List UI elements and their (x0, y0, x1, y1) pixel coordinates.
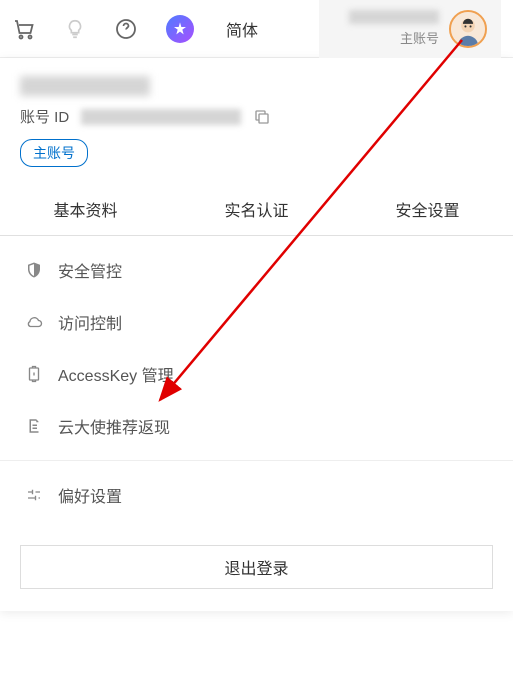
menu-label: 偏好设置 (58, 483, 122, 507)
menu-accesskey-management[interactable]: AccessKey 管理 (0, 348, 513, 400)
menu-label: 云大使推荐返现 (58, 414, 170, 438)
account-type-badge: 主账号 (20, 139, 88, 167)
key-icon (24, 365, 44, 383)
document-icon (24, 417, 44, 435)
app-icon[interactable] (166, 15, 194, 43)
menu-security-control[interactable]: 安全管控 (0, 244, 513, 296)
account-display-name-redacted (20, 76, 150, 96)
account-area[interactable]: 主账号 (319, 0, 501, 58)
bulb-icon[interactable] (64, 18, 86, 40)
account-type-label: 主账号 (400, 28, 439, 47)
language-selector[interactable]: 简体 (226, 17, 258, 41)
logout-button[interactable]: 退出登录 (20, 545, 493, 589)
tab-security[interactable]: 安全设置 (342, 183, 513, 235)
avatar[interactable] (449, 10, 487, 48)
divider (0, 460, 513, 461)
tab-basic-info[interactable]: 基本资料 (0, 183, 171, 235)
menu-ambassador[interactable]: 云大使推荐返现 (0, 400, 513, 452)
help-icon[interactable] (114, 17, 138, 41)
tab-real-name[interactable]: 实名认证 (171, 183, 342, 235)
cloud-icon (24, 313, 44, 331)
account-id-redacted (81, 109, 241, 125)
account-id-label: 账号 ID (20, 106, 69, 127)
menu-access-control[interactable]: 访问控制 (0, 296, 513, 348)
cart-icon[interactable] (12, 17, 36, 41)
account-dropdown: 账号 ID 主账号 基本资料 实名认证 安全设置 安全管控 访问控制 (0, 58, 513, 611)
shield-icon (24, 261, 44, 279)
menu-label: AccessKey 管理 (58, 362, 174, 386)
sliders-icon (24, 486, 44, 504)
copy-icon[interactable] (253, 108, 271, 126)
account-name-redacted (349, 10, 439, 24)
menu-label: 访问控制 (58, 310, 122, 334)
menu-label: 安全管控 (58, 258, 122, 282)
menu-preferences[interactable]: 偏好设置 (0, 469, 513, 521)
